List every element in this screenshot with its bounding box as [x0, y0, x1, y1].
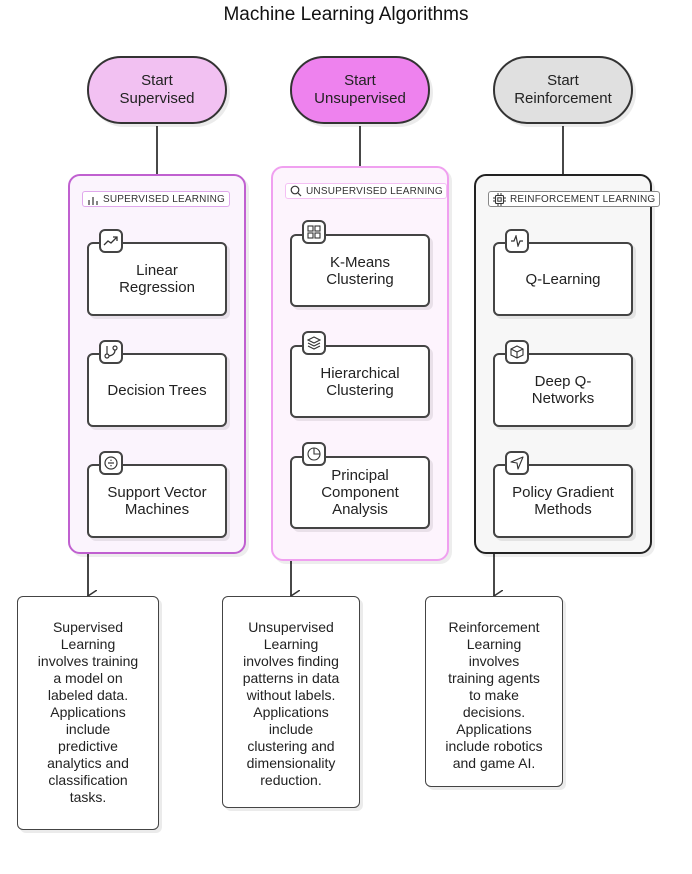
- start-label: Start: [141, 72, 173, 89]
- note-line: decisions.: [462, 704, 526, 720]
- linear-regression-node[interactable]: Linear Regression: [87, 242, 227, 316]
- diagram-title: Machine Learning Algorithms: [223, 4, 469, 25]
- group-label-text: UNSUPERVISED LEARNING: [306, 185, 443, 197]
- note-line: Learning: [466, 636, 522, 652]
- supervised-description-note: Supervised Learning involves training a mod…: [17, 596, 159, 830]
- node-label: Policy Gradient Methods: [512, 484, 614, 518]
- note-line: to make: [469, 687, 519, 703]
- q-learning-node[interactable]: Q-Learning: [493, 242, 633, 316]
- node-label: Q-Learning: [525, 270, 601, 288]
- start-reinforcement-node[interactable]: Start Reinforcement: [493, 56, 633, 124]
- node-label: Principal Component Analysis: [321, 467, 399, 518]
- decision-trees-node[interactable]: Decision Trees: [87, 353, 227, 427]
- note-line: Applications: [253, 704, 329, 720]
- git-branch-icon: [99, 340, 123, 364]
- note-line: Supervised: [52, 619, 124, 635]
- note-line: involves finding: [243, 653, 339, 669]
- note-line: a model on: [53, 670, 123, 686]
- note-line: classification: [48, 772, 128, 788]
- start-unsupervised-node[interactable]: Start Unsupervised: [290, 56, 430, 124]
- unsupervised-group-label: UNSUPERVISED LEARNING: [285, 183, 447, 199]
- group-label-text: SUPERVISED LEARNING: [103, 193, 225, 205]
- start-supervised-node[interactable]: Start Supervised: [87, 56, 227, 124]
- note-line: Learning: [263, 636, 319, 652]
- layers-icon: [302, 331, 326, 355]
- start-label: Unsupervised: [314, 90, 406, 107]
- group-label-text: REINFORCEMENT LEARNING: [510, 193, 656, 205]
- principal-component-analysis-node[interactable]: Principal Component Analysis: [290, 456, 430, 529]
- note-line: Learning: [60, 636, 116, 652]
- start-label: Reinforcement: [514, 90, 612, 107]
- note-line: Applications: [456, 721, 532, 737]
- note-line: tasks.: [69, 789, 107, 805]
- support-vector-machines-node[interactable]: Support Vector Machines: [87, 464, 227, 538]
- note-line: patterns in data: [242, 670, 340, 686]
- note-line: without labels.: [246, 687, 336, 703]
- supervised-group-label: SUPERVISED LEARNING: [82, 191, 230, 207]
- note-line: involves training: [37, 653, 139, 669]
- bar-chart-icon: [88, 196, 98, 205]
- activity-icon: [505, 229, 529, 253]
- note-line: and game AI.: [452, 755, 536, 771]
- k-means-clustering-node[interactable]: K-Means Clustering: [290, 234, 430, 307]
- note-line: include robotics: [445, 738, 543, 754]
- note-line: analytics and: [47, 755, 129, 771]
- note-line: dimensionality: [246, 755, 336, 771]
- node-label: Linear Regression: [119, 262, 195, 296]
- start-label: Start: [547, 72, 579, 89]
- note-line: labeled data.: [47, 687, 129, 703]
- note-line: predictive: [58, 738, 118, 754]
- navigation-icon: [505, 451, 529, 475]
- start-label: Start: [344, 72, 376, 89]
- node-label: K-Means Clustering: [326, 253, 394, 288]
- search-icon: [290, 185, 302, 197]
- note-line: include: [65, 721, 111, 737]
- unsupervised-description-note: Unsupervised Learning involves finding patt…: [222, 596, 360, 808]
- note-line: reduction.: [260, 772, 322, 788]
- note-line: Reinforcement: [448, 619, 540, 635]
- node-label: Support Vector Machines: [107, 484, 207, 518]
- note-line: include: [268, 721, 314, 737]
- deep-q-networks-node[interactable]: Deep Q-Networks: [493, 353, 633, 427]
- reinforcement-description-note: Reinforcement Learning involves training ag…: [425, 596, 563, 787]
- reinforcement-group-label: REINFORCEMENT LEARNING: [488, 191, 660, 207]
- note-line: Applications: [50, 704, 126, 720]
- node-label: Deep Q-Networks: [531, 373, 595, 407]
- note-line: Unsupervised: [248, 619, 334, 635]
- node-label: Hierarchical Clustering: [320, 364, 400, 399]
- divide-circle-icon: [99, 451, 123, 475]
- policy-gradient-methods-node[interactable]: Policy Gradient Methods: [493, 464, 633, 538]
- trending-up-icon: [99, 229, 123, 253]
- note-line: training agents: [448, 670, 540, 686]
- hierarchical-clustering-node[interactable]: Hierarchical Clustering: [290, 345, 430, 418]
- node-label: Decision Trees: [107, 381, 207, 399]
- cpu-icon: [493, 192, 506, 206]
- grid-icon: [302, 220, 326, 244]
- box-icon: [505, 340, 529, 364]
- start-label: Supervised: [119, 90, 195, 107]
- pie-chart-icon: [302, 442, 326, 466]
- note-line: clustering and: [247, 738, 335, 754]
- note-line: involves: [468, 653, 520, 669]
